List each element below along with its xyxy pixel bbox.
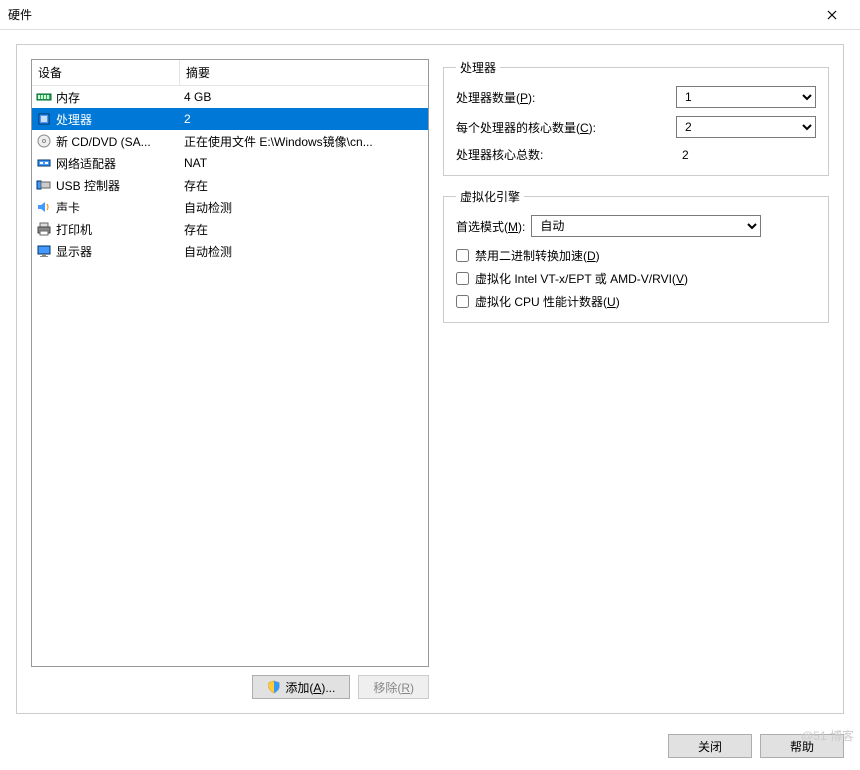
hardware-buttons: 添加(A)... 移除(R): [31, 675, 429, 699]
close-button[interactable]: [812, 0, 852, 30]
virtualization-legend: 虚拟化引擎: [456, 188, 524, 205]
device-summary: 4 GB: [180, 90, 424, 104]
close-icon: [827, 10, 837, 20]
hardware-row[interactable]: 网络适配器NAT: [32, 152, 428, 174]
device-summary: 自动检测: [180, 243, 424, 260]
main-panel: 设备 摘要 内存4 GB处理器2新 CD/DVD (SA...正在使用文件 E:…: [16, 44, 844, 714]
window-title: 硬件: [8, 6, 812, 23]
close-dialog-button[interactable]: 关闭: [668, 734, 752, 758]
proc-cores-select[interactable]: 2: [676, 116, 816, 138]
sound-icon: [36, 199, 52, 215]
hardware-row[interactable]: 打印机存在: [32, 218, 428, 240]
virt-mode-label: 首选模式(M):: [456, 218, 525, 235]
titlebar: 硬件: [0, 0, 860, 30]
cpu-icon: [36, 111, 52, 127]
hardware-list[interactable]: 设备 摘要 内存4 GB处理器2新 CD/DVD (SA...正在使用文件 E:…: [31, 59, 429, 667]
remove-button[interactable]: 移除(R): [358, 675, 429, 699]
hardware-header: 设备 摘要: [32, 60, 428, 86]
columns: 设备 摘要 内存4 GB处理器2新 CD/DVD (SA...正在使用文件 E:…: [31, 59, 829, 699]
device-summary: 存在: [180, 221, 424, 238]
hardware-row[interactable]: 显示器自动检测: [32, 240, 428, 262]
hardware-row[interactable]: 新 CD/DVD (SA...正在使用文件 E:\Windows镜像\cn...: [32, 130, 428, 152]
content-area: 设备 摘要 内存4 GB处理器2新 CD/DVD (SA...正在使用文件 E:…: [0, 30, 860, 724]
col-summary[interactable]: 摘要: [180, 60, 428, 85]
device-summary: 自动检测: [180, 199, 424, 216]
add-button[interactable]: 添加(A)...: [252, 675, 350, 699]
device-name: 声卡: [56, 199, 180, 216]
chk-perf-counter-label[interactable]: 虚拟化 CPU 性能计数器(U): [475, 293, 620, 310]
chk-perf-counter[interactable]: [456, 295, 469, 308]
display-icon: [36, 243, 52, 259]
device-summary: 存在: [180, 177, 424, 194]
cd-icon: [36, 133, 52, 149]
device-summary: 正在使用文件 E:\Windows镜像\cn...: [180, 133, 424, 150]
proc-total-value: 2: [676, 148, 816, 162]
device-name: 新 CD/DVD (SA...: [56, 133, 180, 150]
col-device[interactable]: 设备: [32, 60, 180, 85]
usb-icon: [36, 177, 52, 193]
network-icon: [36, 155, 52, 171]
hardware-row[interactable]: 声卡自动检测: [32, 196, 428, 218]
device-name: 内存: [56, 89, 180, 106]
device-summary: 2: [180, 112, 424, 126]
hardware-row[interactable]: 内存4 GB: [32, 86, 428, 108]
chk-vtx-label[interactable]: 虚拟化 Intel VT-x/EPT 或 AMD-V/RVI(V): [475, 270, 688, 287]
dialog-buttons: 关闭 帮助: [0, 724, 860, 770]
help-button[interactable]: 帮助: [760, 734, 844, 758]
hardware-row[interactable]: USB 控制器存在: [32, 174, 428, 196]
device-name: 打印机: [56, 221, 180, 238]
device-name: 处理器: [56, 111, 180, 128]
chk-vtx[interactable]: [456, 272, 469, 285]
device-summary: NAT: [180, 156, 424, 170]
proc-count-select[interactable]: 1: [676, 86, 816, 108]
virt-mode-select[interactable]: 自动: [531, 215, 761, 237]
hardware-dialog: 硬件 设备 摘要 内存4 GB处理器2新 CD/DVD (SA...正在使用文件…: [0, 0, 860, 770]
printer-icon: [36, 221, 52, 237]
settings-column: 处理器 处理器数量(P): 1 每个处理器的核心数量(C): 2 处理器核心总数…: [443, 59, 829, 699]
device-name: 显示器: [56, 243, 180, 260]
proc-total-label: 处理器核心总数:: [456, 146, 676, 163]
memory-icon: [36, 89, 52, 105]
processor-group: 处理器 处理器数量(P): 1 每个处理器的核心数量(C): 2 处理器核心总数…: [443, 59, 829, 176]
proc-count-label: 处理器数量(P):: [456, 89, 676, 106]
device-name: 网络适配器: [56, 155, 180, 172]
proc-cores-label: 每个处理器的核心数量(C):: [456, 119, 676, 136]
device-name: USB 控制器: [56, 177, 180, 194]
hardware-column: 设备 摘要 内存4 GB处理器2新 CD/DVD (SA...正在使用文件 E:…: [31, 59, 429, 699]
virtualization-group: 虚拟化引擎 首选模式(M): 自动 禁用二进制转换加速(D) 虚拟化 Intel…: [443, 188, 829, 323]
processor-legend: 处理器: [456, 59, 500, 76]
shield-icon: [267, 680, 281, 694]
chk-disable-binary[interactable]: [456, 249, 469, 262]
hardware-row[interactable]: 处理器2: [32, 108, 428, 130]
chk-disable-binary-label[interactable]: 禁用二进制转换加速(D): [475, 247, 600, 264]
